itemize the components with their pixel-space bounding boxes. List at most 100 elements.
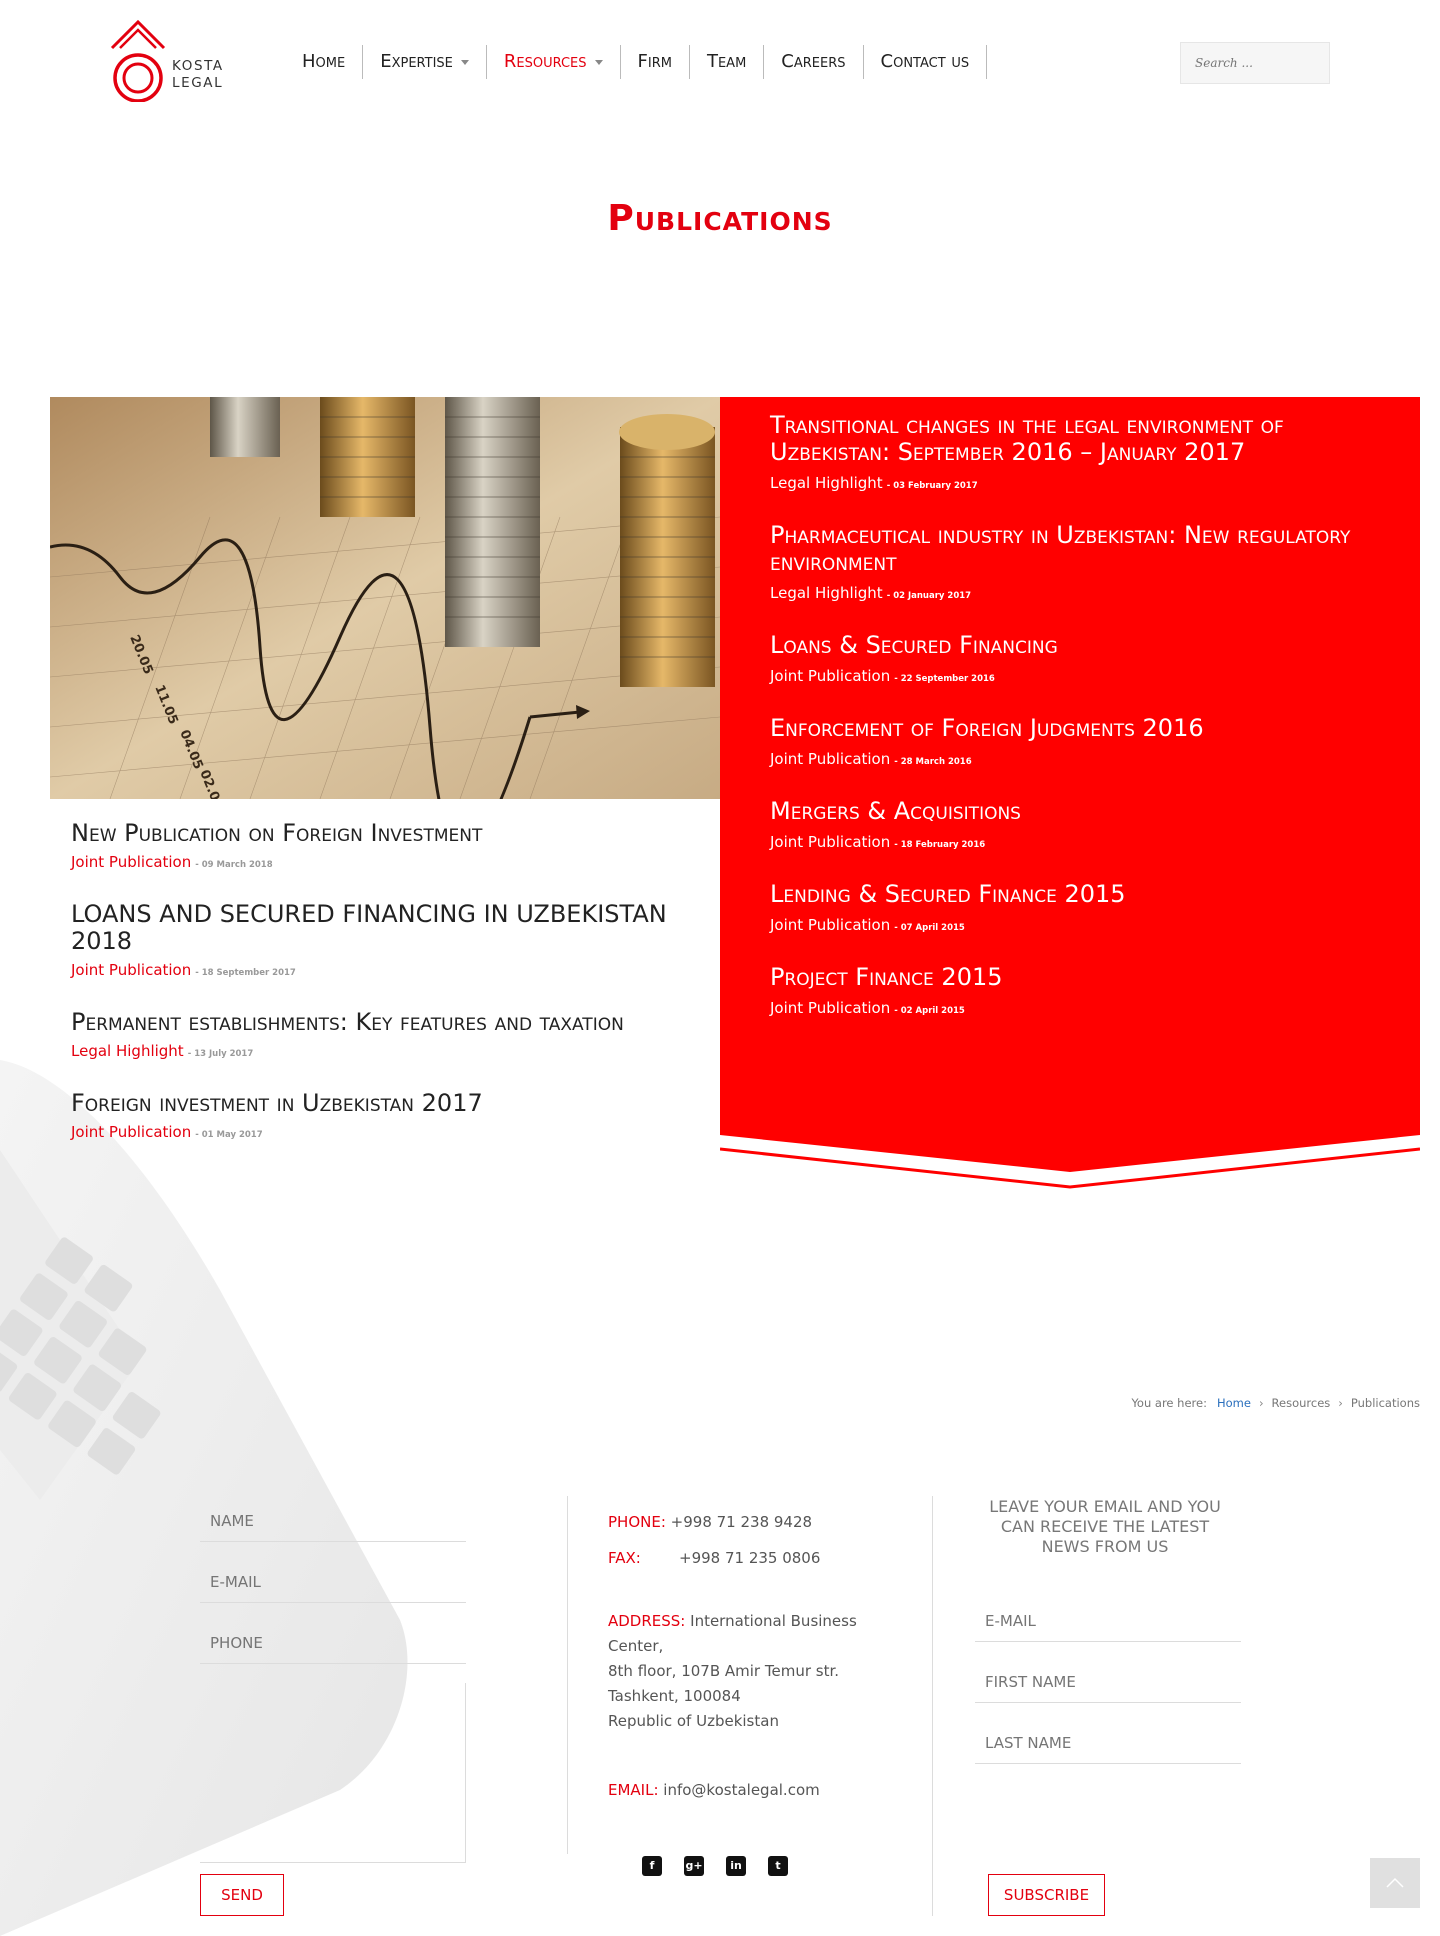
publication-item: LOANS AND SECURED FINANCING IN UZBEKISTA… <box>71 901 711 980</box>
publication-date: - 09 March 2018 <box>195 860 273 870</box>
fax-value: +998 71 235 0806 <box>679 1549 821 1567</box>
breadcrumb-current: Publications <box>1350 1396 1420 1410</box>
main-nav: Home Expertise Resources Firm Team Caree… <box>290 45 988 79</box>
publication-item: Pharmaceutical industry in Uzbekistan: N… <box>770 522 1410 603</box>
publication-meta: Joint Publication - 02 April 2015 <box>770 999 1410 1017</box>
publication-title-link[interactable]: Mergers & Acquisitions <box>770 798 1410 825</box>
email-input[interactable] <box>200 1561 466 1603</box>
nav-item-team[interactable]: Team <box>690 45 765 79</box>
caret-down-icon <box>594 59 603 65</box>
publication-category: Joint Publication <box>770 667 891 685</box>
google-plus-icon[interactable]: g+ <box>684 1856 704 1876</box>
publication-title-link[interactable]: Transitional changes in the legal enviro… <box>770 412 1410 466</box>
nav-item-label: Expertise <box>380 51 453 72</box>
publication-date: - 02 April 2015 <box>894 1006 965 1016</box>
right-publication-list: Transitional changes in the legal enviro… <box>770 412 1410 1047</box>
publication-meta: Joint Publication - 01 May 2017 <box>71 1123 711 1141</box>
fax-label: FAX: <box>608 1549 641 1567</box>
nav-item-home[interactable]: Home <box>290 45 364 79</box>
publication-title-link[interactable]: Pharmaceutical industry in Uzbekistan: N… <box>770 522 1410 576</box>
publication-category: Joint Publication <box>770 833 891 851</box>
newsletter-form <box>975 1600 1241 1783</box>
kosta-legal-logo[interactable]: KOSTA LEGAL <box>108 18 233 106</box>
phone-input[interactable] <box>200 1622 466 1664</box>
publication-title-link[interactable]: Foreign investment in Uzbekistan 2017 <box>71 1090 711 1117</box>
publication-category: Legal Highlight <box>770 584 883 602</box>
nav-item-careers[interactable]: Careers <box>764 45 864 79</box>
publication-date: - 18 February 2016 <box>894 840 986 850</box>
publication-meta: Legal Highlight - 02 January 2017 <box>770 584 1410 602</box>
publication-meta: Joint Publication - 09 March 2018 <box>71 853 711 871</box>
publication-item: Loans & Secured Financing Joint Publicat… <box>770 632 1410 686</box>
publication-item: Enforcement of Foreign Judgments 2016 Jo… <box>770 715 1410 769</box>
name-input[interactable] <box>200 1500 466 1542</box>
twitter-icon[interactable]: t <box>768 1856 788 1876</box>
publication-title-link[interactable]: Enforcement of Foreign Judgments 2016 <box>770 715 1410 742</box>
publication-title-link[interactable]: Permanent establishments: Key features a… <box>71 1009 711 1036</box>
subscribe-button[interactable]: SUBSCRIBE <box>988 1874 1105 1916</box>
publication-title-link[interactable]: Lending & Secured Finance 2015 <box>770 881 1410 908</box>
scroll-to-top-button[interactable] <box>1370 1858 1420 1908</box>
nav-item-expertise[interactable]: Expertise <box>363 45 487 79</box>
nav-item-firm[interactable]: Firm <box>621 45 690 79</box>
social-links: f g+ in t <box>642 1856 788 1876</box>
breadcrumb-prefix: You are here: <box>1131 1396 1207 1410</box>
publication-item: Transitional changes in the legal enviro… <box>770 412 1410 493</box>
chevron-up-icon <box>1386 1877 1404 1888</box>
newsletter-email-input[interactable] <box>975 1600 1241 1642</box>
publication-title-link[interactable]: New Publication on Foreign Investment <box>71 820 711 847</box>
address-line4: Republic of Uzbekistan <box>608 1712 779 1730</box>
publication-title-link[interactable]: LOANS AND SECURED FINANCING IN UZBEKISTA… <box>71 901 711 955</box>
linkedin-icon[interactable]: in <box>726 1856 746 1876</box>
publication-item: Project Finance 2015 Joint Publication - … <box>770 964 1410 1018</box>
publication-meta: Legal Highlight - 03 February 2017 <box>770 474 1410 492</box>
footer-divider <box>932 1496 933 1916</box>
contact-info: PHONE: +998 71 238 9428 FAX: +998 71 235… <box>608 1510 868 1814</box>
left-publication-list: New Publication on Foreign Investment Jo… <box>71 820 711 1171</box>
address-row: ADDRESS: International Business Center, … <box>608 1609 868 1734</box>
email-label: EMAIL: <box>608 1781 659 1799</box>
publication-meta: Joint Publication - 18 February 2016 <box>770 833 1410 851</box>
breadcrumb-separator-icon: › <box>1338 1396 1343 1410</box>
publication-category: Legal Highlight <box>770 474 883 492</box>
publication-meta: Joint Publication - 07 April 2015 <box>770 916 1410 934</box>
search-input[interactable] <box>1180 42 1330 84</box>
nav-item-resources[interactable]: Resources <box>487 45 621 79</box>
site-header: KOSTA LEGAL Home Expertise Resources Fir… <box>0 0 1440 125</box>
logo-text-line2: LEGAL <box>172 75 224 91</box>
facebook-icon[interactable]: f <box>642 1856 662 1876</box>
phone-row: PHONE: +998 71 238 9428 <box>608 1510 868 1535</box>
publication-item: Mergers & Acquisitions Joint Publication… <box>770 798 1410 852</box>
publication-date: - 03 February 2017 <box>886 481 978 491</box>
publication-category: Joint Publication <box>71 1123 192 1141</box>
publication-category: Joint Publication <box>770 750 891 768</box>
logo-text: KOSTA LEGAL <box>172 58 224 92</box>
logo-text-line1: KOSTA <box>172 58 224 74</box>
send-button[interactable]: SEND <box>200 1874 284 1916</box>
message-textarea[interactable] <box>200 1683 466 1863</box>
breadcrumb-home-link[interactable]: Home <box>1217 1396 1251 1410</box>
email-link[interactable]: info@kostalegal.com <box>663 1781 819 1799</box>
phone-value: +998 71 238 9428 <box>670 1513 813 1531</box>
nav-item-contact-us[interactable]: Contact us <box>864 45 988 79</box>
publication-meta: Legal Highlight - 13 July 2017 <box>71 1042 711 1060</box>
publication-date: - 01 May 2017 <box>195 1130 263 1140</box>
publication-category: Joint Publication <box>71 853 192 871</box>
breadcrumb-resources: Resources <box>1271 1396 1331 1410</box>
publication-item: Foreign investment in Uzbekistan 2017 Jo… <box>71 1090 711 1142</box>
publication-category: Joint Publication <box>71 961 192 979</box>
fax-row: FAX: +998 71 235 0806 <box>608 1546 868 1571</box>
publication-date: - 02 January 2017 <box>886 591 972 601</box>
publication-date: - 22 September 2016 <box>894 674 995 684</box>
newsletter-last-name-input[interactable] <box>975 1722 1241 1764</box>
coins-chart-image: 20.05 11.05 04.05 02.05 <box>50 397 720 799</box>
publication-title-link[interactable]: Project Finance 2015 <box>770 964 1410 991</box>
address-line3: Tashkent, 100084 <box>608 1687 741 1705</box>
publication-meta: Joint Publication - 18 September 2017 <box>71 961 711 979</box>
publication-category: Joint Publication <box>770 999 891 1017</box>
caret-down-icon <box>460 59 469 65</box>
publication-title-link[interactable]: Loans & Secured Financing <box>770 632 1410 659</box>
publication-date: - 28 March 2016 <box>894 757 972 767</box>
newsletter-first-name-input[interactable] <box>975 1661 1241 1703</box>
phone-label: PHONE: <box>608 1513 666 1531</box>
